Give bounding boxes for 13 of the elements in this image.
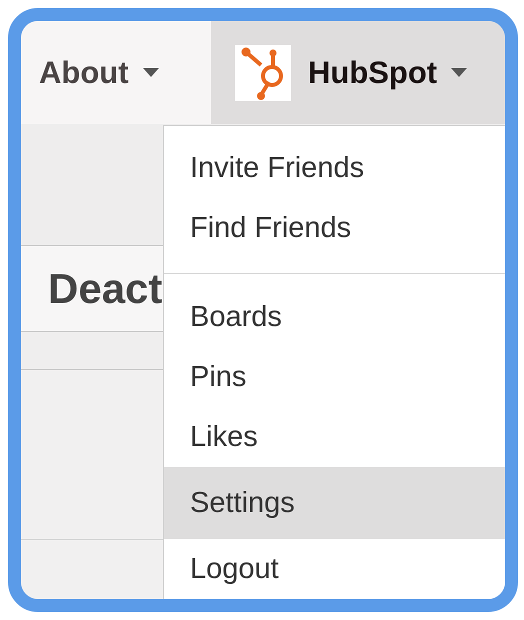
- menu-item[interactable]: Boards: [164, 288, 505, 348]
- menu-item[interactable]: Find Friends: [164, 198, 505, 259]
- caret-icon: [142, 68, 159, 77]
- menu-item[interactable]: Settings: [164, 467, 505, 540]
- page-heading: Deact: [48, 268, 162, 310]
- menu-item[interactable]: Pins: [164, 347, 505, 408]
- menu-item[interactable]: Likes: [164, 407, 505, 468]
- menu-item[interactable]: Logout: [164, 539, 505, 599]
- caret-icon: [451, 68, 468, 77]
- account-menu-button[interactable]: HubSpot: [211, 21, 505, 124]
- sprocket-logo-icon: [235, 44, 291, 100]
- nav-menu-button[interactable]: About: [21, 21, 211, 124]
- menu-item[interactable]: Invite Friends: [164, 139, 505, 199]
